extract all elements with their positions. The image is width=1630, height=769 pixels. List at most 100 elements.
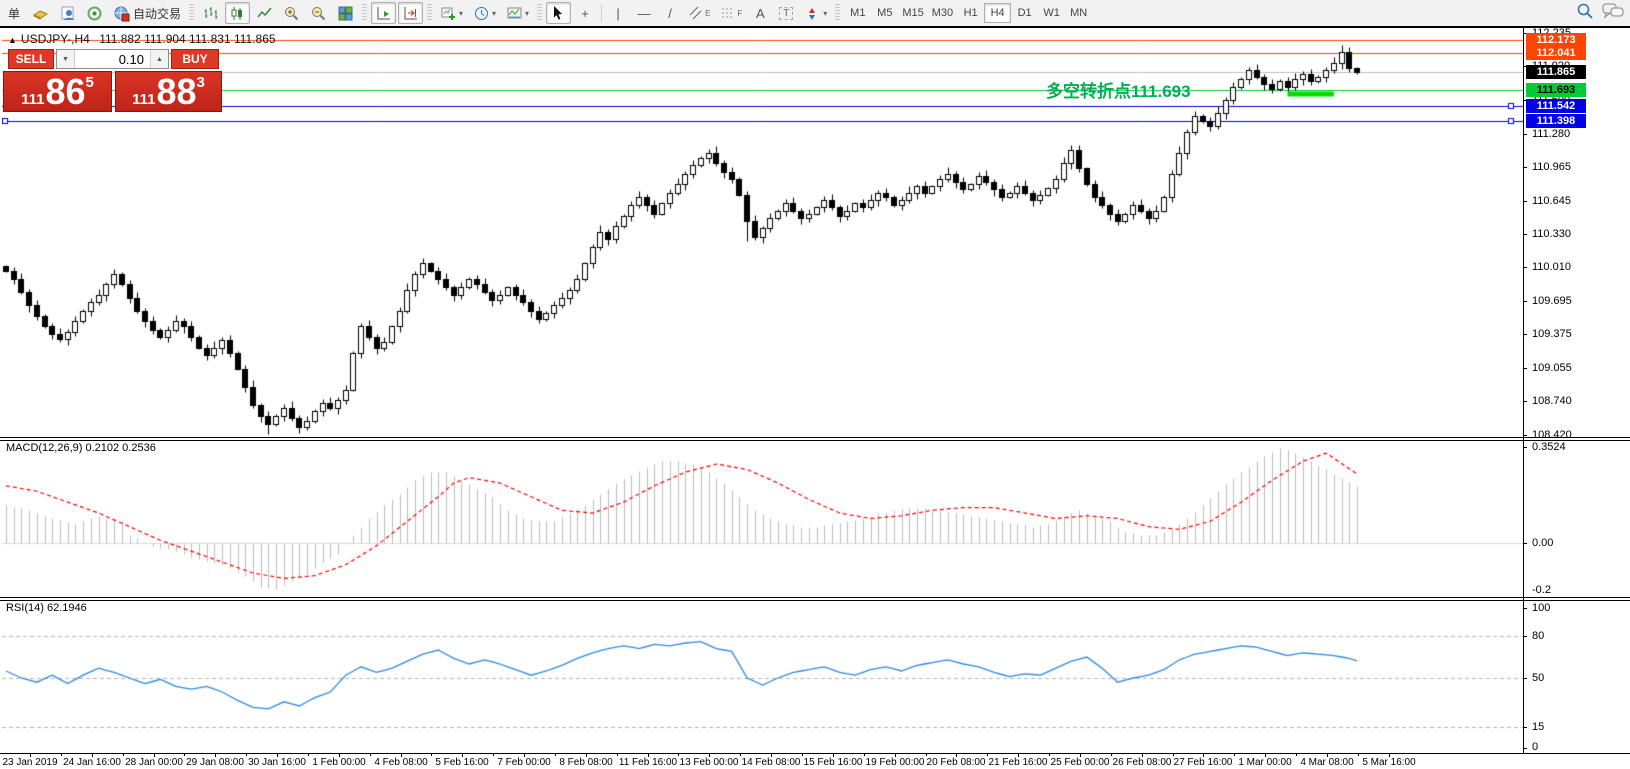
price-marker-111.398[interactable]: 111.398 [1526,114,1586,128]
time-tick-mark [864,754,865,756]
timeframe-M5[interactable]: M5 [871,3,898,23]
price-tick-label: 110.330 [1532,228,1571,240]
rsi-tick-mark [1523,636,1527,637]
buy-quote-button[interactable]: 111 88 3 [115,71,222,112]
search-icon[interactable] [1576,2,1594,20]
price-marker-112.173[interactable]: 112.173 [1526,33,1586,47]
price-tick-label: 108.420 [1532,429,1572,441]
vertical-line-tool[interactable]: | [606,2,630,24]
auto-scroll-icon[interactable] [371,2,396,24]
time-label: 21 Feb 16:00 [989,757,1048,768]
spinner-down-icon: ▼ [62,56,69,63]
price-marker-111.693[interactable]: 111.693 [1526,83,1586,97]
macd-tick-label: -0.2 [1532,584,1551,596]
panel-separator[interactable] [0,597,1630,598]
clock-icon [473,5,490,22]
rsi-tick-mark [1523,727,1527,728]
time-tick-mark [1111,754,1112,756]
new-chart-button[interactable]: ▾ [436,2,467,24]
macd-canvas[interactable] [2,441,1523,596]
toolbar: 单 自动交易 [0,0,1630,26]
arrows-icon [804,5,821,22]
rsi-tick-label: 50 [1532,672,1544,684]
trendline-tool[interactable]: / [658,2,682,24]
price-marker-111.865[interactable]: 111.865 [1526,65,1586,79]
bar-chart-mode-icon[interactable] [198,2,223,24]
price-chart-canvas[interactable] [2,28,1523,437]
rsi-tick-mark [1523,678,1527,679]
rsi-canvas[interactable] [2,601,1523,753]
volume-increase-button[interactable]: ▲ [150,50,168,68]
collapse-icon[interactable]: ▲ [8,35,17,45]
panel-separator[interactable] [0,600,1630,601]
panel-separator[interactable] [0,437,1630,438]
crosshair-tool[interactable]: + [573,2,597,24]
chart-window: ▲USDJPY-,H4 111.882 111.904 111.831 111.… [0,28,1630,769]
sell-quote-button[interactable]: 111 86 5 [3,71,112,112]
timeframe-H4[interactable]: H4 [984,3,1011,23]
timeframe-M1[interactable]: M1 [844,3,871,23]
timeframe-W1[interactable]: W1 [1038,3,1065,23]
chat-icon[interactable] [1602,2,1624,20]
person-chart-icon [59,5,76,22]
time-tick-mark [493,754,494,756]
price-tick-mark [1523,301,1527,302]
toolbar-right-group [1576,2,1624,20]
time-label: 1 Mar 00:00 [1238,757,1291,768]
line-chart-mode-icon[interactable] [252,2,277,24]
chart-annotation[interactable]: 多空转折点111.693 [1046,77,1191,102]
volume-input[interactable]: 0.10 [75,50,150,68]
macd-tick-mark [1523,447,1527,448]
timeframe-MN[interactable]: MN [1065,3,1092,23]
market-watch-icon[interactable] [28,2,53,24]
chevron-down-icon: ▾ [459,9,463,18]
fibonacci-tool[interactable]: F [716,2,746,24]
green-swirl-icon [86,5,103,22]
candlestick-mode-icon[interactable] [225,2,250,24]
volume-decrease-button[interactable]: ▼ [57,50,75,68]
tile-windows-icon[interactable] [333,2,358,24]
time-axis[interactable]: 23 Jan 201924 Jan 16:0028 Jan 00:0029 Ja… [0,753,1630,769]
price-marker-111.542[interactable]: 111.542 [1526,99,1586,113]
time-label: 24 Jan 16:00 [63,757,121,768]
time-tick-mark [1234,754,1235,756]
time-tick-mark [1049,754,1050,756]
chart-shift-icon[interactable] [398,2,423,24]
equidistant-channel-tool[interactable]: E [684,2,714,24]
horizontal-line-tool[interactable]: — [632,2,656,24]
cursor-tool[interactable] [546,2,571,24]
time-tick-mark [123,754,124,756]
periods-button[interactable]: ▾ [469,2,500,24]
zoom-in-icon[interactable] [279,2,304,24]
ohlc-values: 111.882 111.904 111.831 111.865 [99,32,275,46]
zoom-out-icon[interactable] [306,2,331,24]
timeframe-D1[interactable]: D1 [1011,3,1038,23]
macd-label: MACD(12,26,9) 0.2102 0.2536 [6,442,156,454]
price-scale[interactable]: 112.235111.920111.600111.280110.965110.6… [1524,28,1630,753]
price-tick-label: 110.010 [1532,261,1571,273]
panel-separator[interactable] [0,440,1630,441]
text-label-tool[interactable]: T [774,2,798,24]
template-icon [506,5,523,22]
sell-button[interactable]: SELL [8,49,54,69]
timeframe-H1[interactable]: H1 [957,3,984,23]
time-label: 25 Feb 00:00 [1051,757,1110,768]
time-label: 29 Jan 08:00 [186,757,244,768]
autotrading-button[interactable]: 自动交易 [109,2,185,24]
price-marker-112.041[interactable]: 112.041 [1526,46,1586,60]
arrows-tool[interactable]: ▾ [800,2,831,24]
profile-icon[interactable] [55,2,80,24]
buy-button[interactable]: BUY [171,49,219,69]
chart-title: ▲USDJPY-,H4 111.882 111.904 111.831 111.… [8,32,276,46]
candlestick-icon [229,5,246,22]
spinner-up-icon: ▲ [156,56,163,63]
news-icon[interactable] [82,2,107,24]
price-tick-mark [1523,167,1527,168]
timeframe-M15[interactable]: M15 [898,3,927,23]
rsi-tick-label: 100 [1532,602,1550,614]
text-tool[interactable]: A [748,2,772,24]
templates-button[interactable]: ▾ [502,2,533,24]
time-tick-mark [1173,754,1174,756]
new-order-button[interactable]: 单 [2,2,26,24]
timeframe-M30[interactable]: M30 [928,3,957,23]
